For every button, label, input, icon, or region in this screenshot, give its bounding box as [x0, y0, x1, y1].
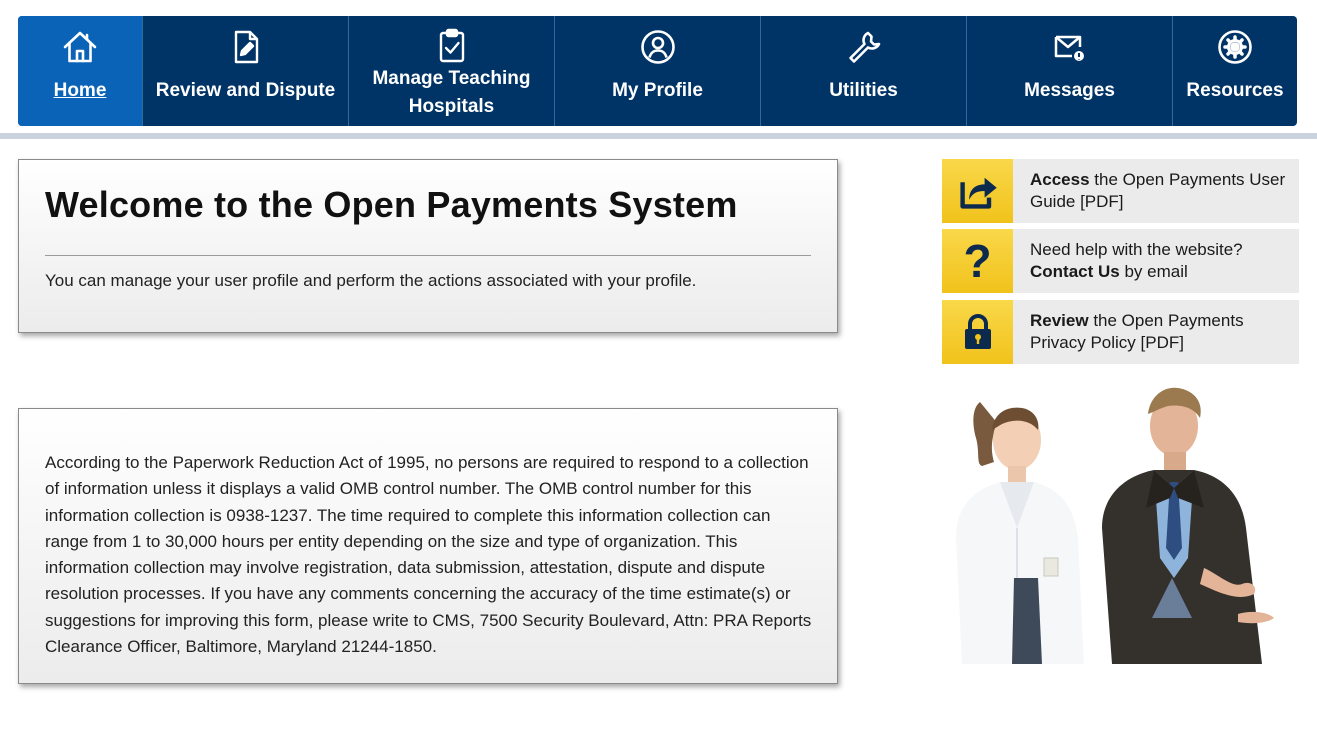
quick-link-user-guide[interactable]: Access the Open Payments User Guide [PDF…: [942, 159, 1299, 223]
nav-item-review-dispute[interactable]: Review and Dispute: [143, 16, 349, 126]
wrench-icon: [846, 25, 882, 65]
welcome-panel: Welcome to the Open Payments System You …: [18, 159, 838, 333]
document-edit-icon: [228, 25, 264, 65]
quick-link-contact-us[interactable]: ? Need help with the website? Contact Us…: [942, 229, 1299, 293]
doctors-photo: [942, 378, 1299, 664]
user-circle-icon: [640, 25, 676, 65]
nav-item-resources[interactable]: Resources: [1173, 16, 1297, 126]
nav-label-manage-teaching-hospitals: Manage Teaching Hospitals: [372, 68, 531, 117]
nav-item-home[interactable]: Home: [18, 16, 143, 126]
page-title: Welcome to the Open Payments System: [45, 184, 738, 225]
share-arrow-icon: [942, 159, 1013, 223]
nav-item-my-profile[interactable]: My Profile: [555, 16, 761, 126]
nav-item-manage-teaching-hospitals[interactable]: Manage Teaching Hospitals: [349, 16, 555, 126]
pra-notice-panel: According to the Paperwork Reduction Act…: [18, 408, 838, 684]
home-icon: [62, 25, 98, 65]
nav-label-my-profile: My Profile: [612, 80, 703, 101]
quick-link-text: Access the Open Payments User Guide [PDF…: [1030, 170, 1286, 211]
nav-divider: [0, 133, 1317, 139]
quick-link-text: Need help with the website? Contact Us b…: [1030, 240, 1243, 281]
lock-icon: [942, 300, 1013, 364]
gear-icon: [1217, 25, 1253, 65]
nav-label-resources: Resources: [1186, 80, 1284, 101]
nav-item-utilities[interactable]: Utilities: [761, 16, 967, 126]
nav-label-home: Home: [53, 80, 107, 101]
envelope-icon: [1052, 25, 1088, 65]
nav-label-messages: Messages: [1024, 80, 1115, 101]
clipboard-check-icon: [434, 23, 470, 63]
question-mark-icon: ?: [942, 229, 1013, 293]
quick-link-text: Review the Open Payments Privacy Policy …: [1030, 311, 1244, 352]
quick-link-privacy-policy[interactable]: Review the Open Payments Privacy Policy …: [942, 300, 1299, 364]
nav-item-messages[interactable]: Messages: [967, 16, 1173, 126]
title-divider: [45, 255, 811, 256]
pra-notice-text: According to the Paperwork Reduction Act…: [45, 453, 812, 657]
main-nav: Home Review and Dispute Manage Teaching …: [18, 16, 1297, 126]
welcome-text: You can manage your user profile and per…: [45, 271, 697, 290]
nav-label-review-dispute: Review and Dispute: [155, 80, 336, 101]
nav-label-utilities: Utilities: [829, 80, 898, 101]
